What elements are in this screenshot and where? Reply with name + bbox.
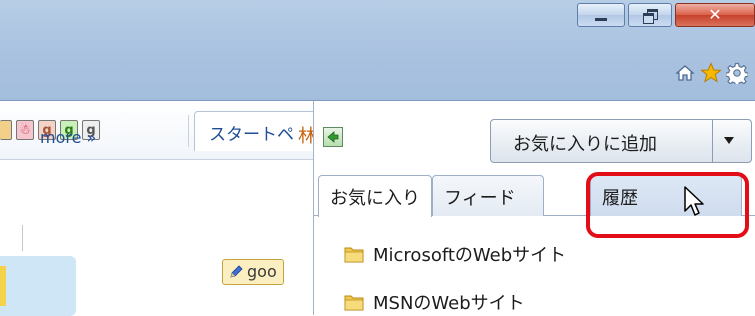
restore-button[interactable] [628, 3, 672, 27]
list-item-label: MSNのWebサイト [373, 293, 525, 314]
home-icon[interactable] [674, 62, 696, 84]
minimize-icon [595, 17, 607, 21]
mouse-cursor-icon [684, 186, 704, 216]
favorites-star-icon[interactable] [700, 62, 722, 84]
goo-badge[interactable]: goo [222, 259, 284, 285]
blue-panel [0, 256, 76, 316]
goo-badge-label: goo [247, 262, 277, 281]
close-icon: ✕ [708, 5, 722, 24]
tab-favorites-label: お気に入り [330, 188, 420, 209]
tab-feeds[interactable]: フィード [432, 175, 544, 216]
add-to-favorites-label: お気に入りに追加 [513, 134, 657, 155]
restore-icon [643, 9, 658, 24]
window-frame: ✕ [0, 0, 755, 100]
pencil-icon [230, 265, 243, 278]
history-tab-highlight [586, 172, 749, 238]
close-button[interactable]: ✕ [675, 3, 755, 27]
start-page-tab-label: スタートペ [209, 125, 294, 145]
add-button-divider [712, 120, 713, 162]
tab-feeds-label: フィード [444, 188, 516, 209]
toolbar-icon-partial[interactable] [0, 120, 12, 140]
folder-icon [344, 247, 364, 263]
chevron-down-icon[interactable] [724, 137, 734, 144]
tab-favorites[interactable]: お気に入り [318, 175, 432, 217]
snowman-icon[interactable]: ☃ [16, 120, 34, 140]
toolbar-separator [188, 115, 189, 147]
minimize-button[interactable] [577, 3, 625, 27]
list-item-label: MicrosoftのWebサイト [373, 245, 567, 266]
more-link[interactable]: more » [40, 128, 96, 147]
add-to-favorites-button[interactable]: お気に入りに追加 [490, 119, 752, 163]
settings-gear-icon[interactable] [726, 62, 748, 84]
nav-separator [22, 225, 23, 251]
pin-to-left-icon[interactable] [323, 127, 343, 147]
folder-icon [344, 295, 364, 311]
yellow-strip [0, 266, 6, 306]
